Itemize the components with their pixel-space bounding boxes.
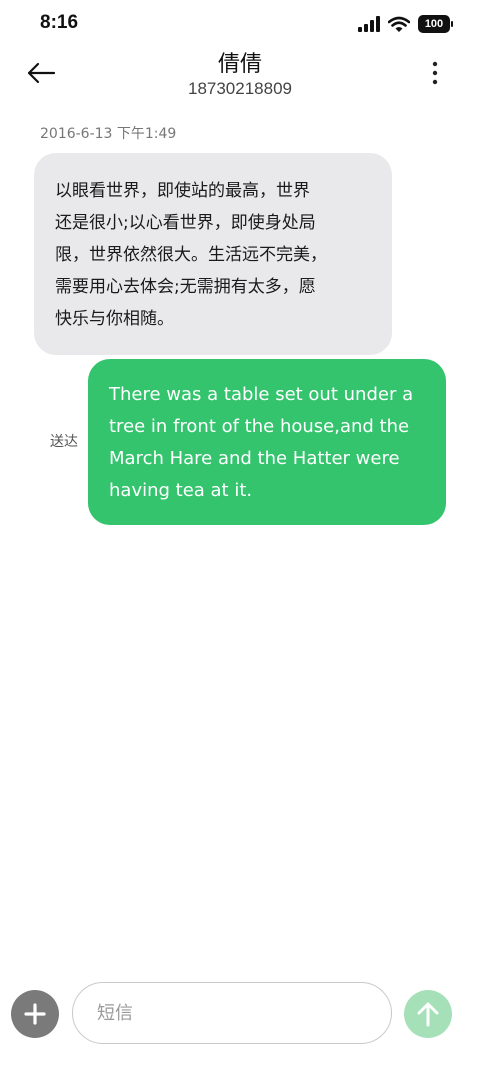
- send-button[interactable]: [404, 990, 452, 1038]
- message-line: tree in front of the house,and the: [109, 416, 410, 437]
- battery-level: 100: [424, 18, 444, 30]
- status-time: 8:16: [40, 12, 79, 33]
- contact-name: 倩倩: [217, 52, 262, 77]
- message-line: There was a table set out under a: [109, 384, 414, 405]
- message-line: 快乐与你相随。: [55, 309, 174, 329]
- signal-icon: [358, 16, 380, 32]
- status-icons: 100: [358, 14, 453, 34]
- received-message-bubble[interactable]: 以眼看世界，即使站的最高，世界 还是很小;以心看世界，即使身处局 限，世界依然很…: [34, 153, 392, 355]
- more-vertical-icon: [432, 61, 438, 85]
- sent-message-bubble[interactable]: There was a table set out under a tree i…: [88, 359, 446, 525]
- wifi-icon: [388, 16, 410, 32]
- message-timestamp: 2016-6-13 下午1:49: [40, 126, 177, 142]
- more-options-button[interactable]: [420, 56, 450, 90]
- message-input[interactable]: [72, 982, 392, 1044]
- message-line: 以眼看世界，即使站的最高，世界: [55, 181, 310, 201]
- plus-icon: [24, 1003, 46, 1025]
- battery-icon: 100: [418, 15, 453, 33]
- message-line: 需要用心去体会;无需拥有太多，愿: [55, 277, 316, 297]
- message-line: 还是很小;以心看世界，即使身处局: [55, 213, 316, 233]
- message-line: having tea at it.: [109, 480, 253, 501]
- contact-number: 18730218809: [187, 79, 292, 98]
- send-arrow-icon: [417, 1002, 439, 1027]
- message-line: 限，世界依然很大。生活远不完美，: [55, 245, 327, 265]
- status-bar: 8:16 100: [0, 0, 480, 46]
- message-line: March Hare and the Hatter were: [109, 448, 400, 469]
- delivery-status: 送达: [50, 434, 78, 450]
- attach-button[interactable]: [11, 990, 59, 1038]
